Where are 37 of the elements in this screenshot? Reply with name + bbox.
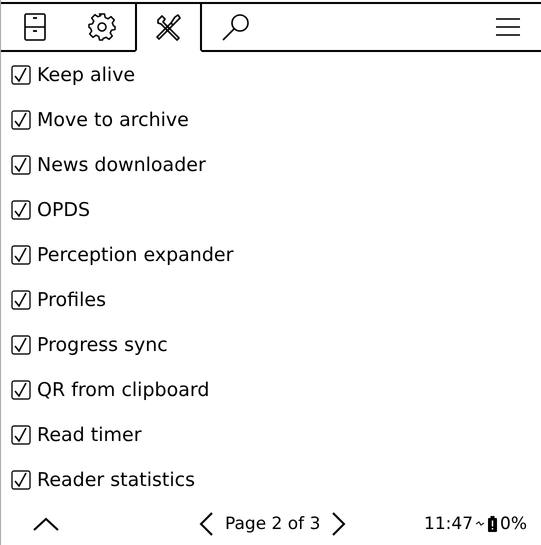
clock: 11:47 bbox=[424, 514, 474, 534]
search-tab[interactable] bbox=[202, 2, 269, 52]
checkbox[interactable] bbox=[11, 244, 31, 264]
menu-icon[interactable] bbox=[495, 17, 521, 37]
tools-tab[interactable] bbox=[135, 2, 202, 52]
cabinet-icon bbox=[24, 13, 46, 41]
plugin-label[interactable]: QR from clipboard bbox=[37, 378, 210, 400]
checkbox[interactable] bbox=[11, 200, 31, 220]
battery-icon bbox=[488, 516, 498, 532]
settings-icon bbox=[88, 13, 116, 41]
plugin-label[interactable]: Keep alive bbox=[37, 64, 136, 86]
plugin-label[interactable]: News downloader bbox=[37, 154, 206, 176]
page-indicator: Page 2 of 3 bbox=[225, 514, 320, 534]
chevron-left-icon[interactable] bbox=[199, 512, 213, 536]
checkbox[interactable] bbox=[11, 470, 31, 490]
checkbox[interactable] bbox=[11, 154, 31, 174]
plugin-label[interactable]: Profiles bbox=[37, 288, 106, 310]
plugin-label[interactable]: Progress sync bbox=[37, 334, 168, 356]
plugin-label[interactable]: OPDS bbox=[37, 198, 90, 220]
checkbox[interactable] bbox=[11, 290, 31, 310]
cabinet-tab[interactable] bbox=[1, 2, 68, 52]
checkbox[interactable] bbox=[11, 334, 31, 354]
checkbox[interactable] bbox=[11, 380, 31, 400]
gear-tab[interactable] bbox=[68, 2, 135, 52]
plugin-label[interactable]: Read timer bbox=[37, 424, 142, 446]
checkbox[interactable] bbox=[11, 64, 31, 84]
checkbox[interactable] bbox=[11, 110, 31, 130]
plugin-label[interactable]: Reader statistics bbox=[37, 468, 195, 490]
search-icon bbox=[220, 12, 250, 42]
battery-level: 0% bbox=[500, 514, 527, 534]
checkbox[interactable] bbox=[11, 424, 31, 444]
charging-icon bbox=[476, 520, 486, 526]
chevron-up-icon[interactable] bbox=[33, 516, 59, 530]
tools-icon bbox=[154, 12, 184, 42]
plugin-label[interactable]: Move to archive bbox=[37, 108, 189, 130]
chevron-right-icon[interactable] bbox=[332, 512, 346, 536]
plugin-label[interactable]: Perception expander bbox=[37, 244, 234, 266]
